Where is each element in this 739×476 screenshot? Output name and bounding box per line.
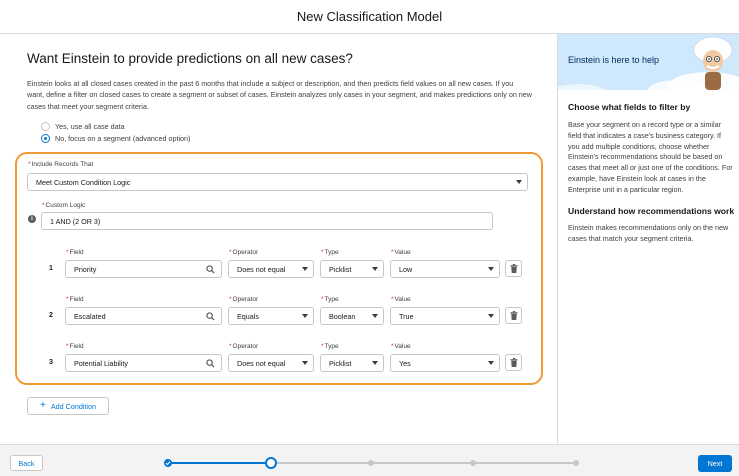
help-title: Einstein is here to help [568, 55, 660, 65]
value-label: *Value [391, 249, 411, 256]
progress-bar-complete [168, 462, 271, 464]
radio-segment[interactable]: No, focus on a segment (advanced option) [41, 134, 190, 143]
chevron-down-icon [488, 314, 494, 318]
chevron-down-icon [516, 180, 522, 184]
field-label: *Field [66, 296, 84, 303]
trash-icon [510, 264, 517, 273]
chevron-down-icon [488, 361, 494, 365]
chevron-down-icon [372, 361, 378, 365]
type-select[interactable]: Picklist [320, 354, 384, 372]
plus-icon: + [40, 400, 46, 411]
condition-number: 1 [49, 265, 53, 272]
progress-step-4[interactable] [470, 460, 476, 466]
type-label: *Type [321, 296, 339, 303]
radio-all-data[interactable]: Yes, use all case data [41, 122, 125, 131]
operator-select[interactable]: Does not equal [228, 260, 314, 278]
help-text-recommendations: Einstein makes recommendations only on t… [568, 223, 729, 243]
help-heading-filter: Choose what fields to filter by [568, 102, 691, 112]
search-icon[interactable] [206, 312, 215, 321]
include-records-label: *Include Records That [28, 161, 94, 168]
search-icon[interactable] [206, 359, 215, 368]
value-select[interactable]: Low [390, 260, 500, 278]
field-label: *Field [66, 249, 84, 256]
type-select[interactable]: Picklist [320, 260, 384, 278]
custom-logic-label: *Custom Logic [42, 202, 86, 209]
back-button[interactable]: Back [10, 455, 43, 471]
description-text: Einstein looks at all closed cases creat… [27, 79, 532, 111]
chevron-down-icon [372, 314, 378, 318]
progress-step-5[interactable] [573, 460, 579, 466]
chevron-down-icon [302, 361, 308, 365]
field-lookup[interactable]: Escalated [65, 307, 222, 325]
radio-label: No, focus on a segment (advanced option) [55, 134, 191, 143]
operator-label: *Operator [229, 249, 259, 256]
help-banner: Einstein is here to help [558, 34, 739, 90]
main-panel: Want Einstein to provide predictions on … [0, 34, 558, 444]
delete-condition-button[interactable] [505, 354, 522, 371]
chevron-down-icon [302, 314, 308, 318]
operator-select[interactable]: Equals [228, 307, 314, 325]
field-lookup[interactable]: Priority [65, 260, 222, 278]
chevron-down-icon [302, 267, 308, 271]
help-text-filter: Base your segment on a record type or a … [568, 120, 733, 194]
operator-label: *Operator [229, 296, 259, 303]
progress-bar-remaining [271, 462, 576, 464]
include-records-select[interactable]: Meet Custom Condition Logic [27, 173, 528, 191]
check-icon [165, 461, 171, 466]
progress-step-1-complete[interactable] [164, 459, 172, 467]
delete-condition-button[interactable] [505, 307, 522, 324]
question-title: Want Einstein to provide predictions on … [27, 51, 353, 66]
type-label: *Type [321, 249, 339, 256]
modal-footer: Back Next [0, 444, 739, 476]
progress-step-3[interactable] [368, 460, 374, 466]
delete-condition-button[interactable] [505, 260, 522, 277]
custom-logic-input[interactable]: 1 AND (2 OR 3) [41, 212, 493, 230]
field-lookup[interactable]: Potential Liability [65, 354, 222, 372]
value-label: *Value [391, 296, 411, 303]
trash-icon [510, 358, 517, 367]
value-select[interactable]: Yes [390, 354, 500, 372]
condition-number: 3 [49, 359, 53, 366]
condition-number: 2 [49, 312, 53, 319]
type-select[interactable]: Boolean [320, 307, 384, 325]
type-label: *Type [321, 343, 339, 350]
operator-select[interactable]: Does not equal [228, 354, 314, 372]
modal-header: New Classification Model [0, 0, 739, 34]
next-button[interactable]: Next [698, 455, 732, 472]
search-icon[interactable] [206, 265, 215, 274]
trash-icon [510, 311, 517, 320]
help-heading-recommendations: Understand how recommendations work [568, 206, 735, 216]
field-label: *Field [66, 343, 84, 350]
chevron-down-icon [372, 267, 378, 271]
einstein-avatar [693, 36, 733, 90]
radio-label: Yes, use all case data [55, 122, 125, 131]
add-condition-button[interactable]: + Add Condition [27, 397, 109, 415]
progress-step-2-current[interactable] [265, 457, 277, 469]
radio-button-selected[interactable] [41, 134, 50, 143]
chevron-down-icon [488, 267, 494, 271]
operator-label: *Operator [229, 343, 259, 350]
value-select[interactable]: True [390, 307, 500, 325]
value-label: *Value [391, 343, 411, 350]
radio-button[interactable] [41, 122, 50, 131]
info-icon[interactable]: i [28, 215, 36, 223]
help-sidebar: Einstein is here to help Choose what fie… [557, 34, 739, 444]
modal-title: New Classification Model [296, 9, 443, 24]
